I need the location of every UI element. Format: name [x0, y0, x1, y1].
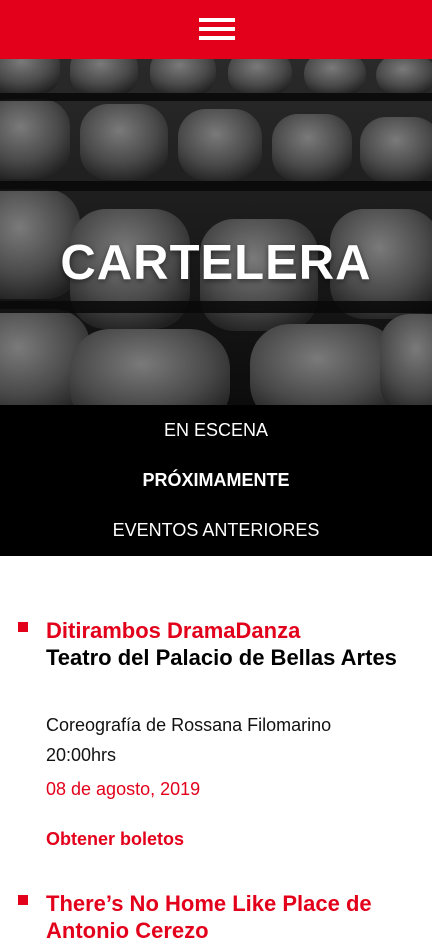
- menu-line: [199, 36, 235, 40]
- menu-line: [199, 27, 235, 31]
- bullet-icon: [18, 622, 28, 632]
- event-choreography: Coreografía de Rossana Filomarino: [46, 715, 332, 735]
- get-tickets-link[interactable]: Obtener boletos: [46, 829, 184, 850]
- event-date: 08 de agosto, 2019: [46, 779, 201, 799]
- page-title: CARTELERA: [60, 236, 372, 290]
- tab-proximamente[interactable]: PRÓXIMAMENTE: [0, 470, 432, 491]
- category-tabs: EN ESCENA PRÓXIMAMENTE EVENTOS ANTERIORE…: [0, 405, 432, 556]
- tab-en-escena[interactable]: EN ESCENA: [0, 420, 432, 441]
- theater-seats-image: [0, 59, 432, 405]
- tab-eventos-anteriores[interactable]: EVENTOS ANTERIORES: [0, 520, 432, 541]
- event-time: 20:00hrs: [46, 745, 117, 765]
- event-venue: Teatro del Palacio de Bellas Artes: [46, 645, 397, 670]
- menu-line: [199, 18, 235, 22]
- top-bar: [0, 0, 432, 59]
- bullet-icon: [18, 895, 28, 905]
- hamburger-menu-icon[interactable]: [199, 18, 235, 40]
- event-title[interactable]: There’s No Home Like Place de Antonio Ce…: [46, 890, 416, 944]
- event-title[interactable]: Ditirambos DramaDanza: [46, 617, 416, 644]
- hero-banner: CARTELERA: [0, 59, 432, 405]
